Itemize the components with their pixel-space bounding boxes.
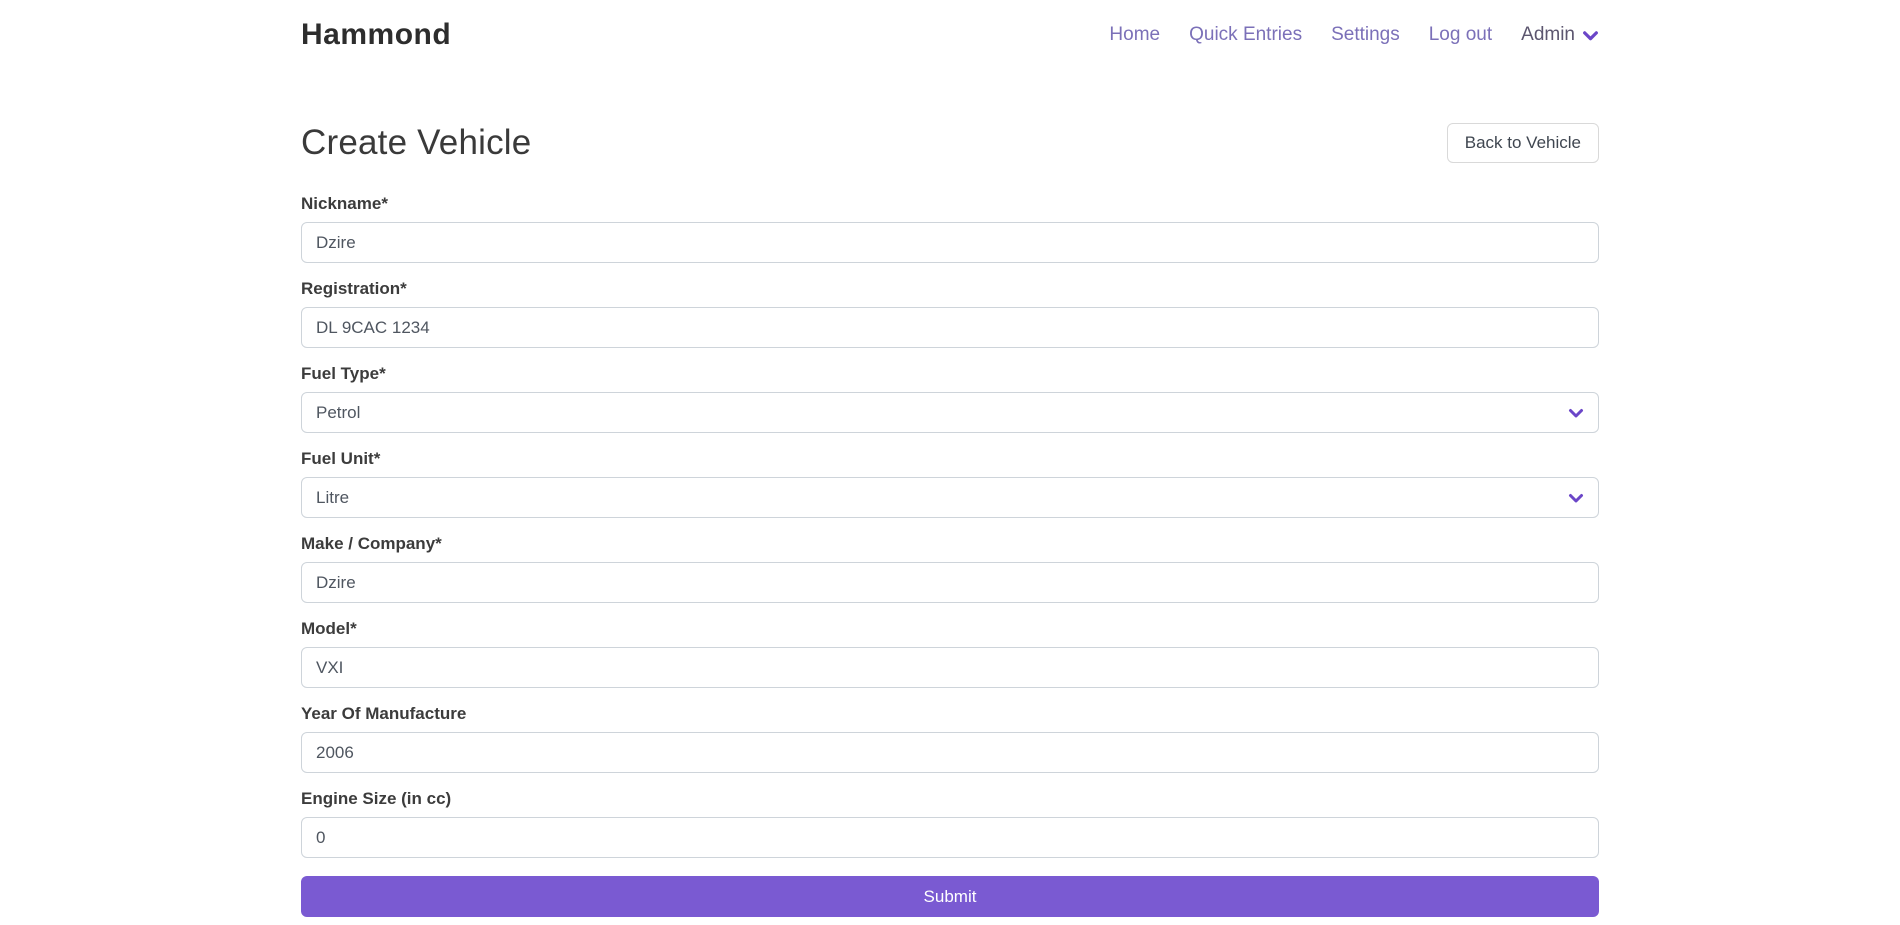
fuel-unit-selected-value: Litre [316,488,349,508]
form-field-fuel-type: Fuel Type* Petrol [301,364,1599,433]
nickname-input[interactable] [301,222,1599,263]
create-vehicle-form: Nickname* Registration* Fuel Type* Petro… [301,194,1599,917]
fuel-type-selected-value: Petrol [316,403,360,423]
page-title: Create Vehicle [301,123,531,163]
form-field-make-company: Make / Company* [301,534,1599,603]
fuel-type-select[interactable]: Petrol [301,392,1599,433]
submit-button[interactable]: Submit [301,876,1599,917]
model-label: Model* [301,619,1599,639]
nav-item-settings[interactable]: Settings [1331,24,1400,46]
registration-label: Registration* [301,279,1599,299]
chevron-down-icon [1568,405,1584,421]
chevron-down-icon [1582,27,1599,44]
chevron-down-icon [1568,490,1584,506]
nickname-label: Nickname* [301,194,1599,214]
brand-logo[interactable]: Hammond [301,18,451,52]
year-of-manufacture-label: Year Of Manufacture [301,704,1599,724]
back-to-vehicle-button[interactable]: Back to Vehicle [1447,123,1599,163]
engine-size-input[interactable] [301,817,1599,858]
engine-size-label: Engine Size (in cc) [301,789,1599,809]
nav-item-quick-entries[interactable]: Quick Entries [1189,24,1302,46]
page-header: Create Vehicle Back to Vehicle [301,120,1599,166]
nav-item-logout[interactable]: Log out [1429,24,1492,46]
main-content: Create Vehicle Back to Vehicle Nickname*… [301,120,1599,917]
year-of-manufacture-input[interactable] [301,732,1599,773]
top-navbar: Hammond Home Quick Entries Settings Log … [0,0,1900,72]
form-field-year-of-manufacture: Year Of Manufacture [301,704,1599,773]
fuel-unit-label: Fuel Unit* [301,449,1599,469]
fuel-type-label: Fuel Type* [301,364,1599,384]
registration-input[interactable] [301,307,1599,348]
model-input[interactable] [301,647,1599,688]
form-field-registration: Registration* [301,279,1599,348]
make-company-label: Make / Company* [301,534,1599,554]
fuel-unit-select[interactable]: Litre [301,477,1599,518]
nav-admin-label: Admin [1521,24,1575,46]
make-company-input[interactable] [301,562,1599,603]
main-nav: Home Quick Entries Settings Log out Admi… [1109,24,1599,46]
nav-item-home[interactable]: Home [1109,24,1160,46]
nav-admin-dropdown[interactable]: Admin [1521,24,1599,46]
form-field-model: Model* [301,619,1599,688]
form-field-fuel-unit: Fuel Unit* Litre [301,449,1599,518]
form-field-nickname: Nickname* [301,194,1599,263]
form-field-engine-size: Engine Size (in cc) [301,789,1599,858]
